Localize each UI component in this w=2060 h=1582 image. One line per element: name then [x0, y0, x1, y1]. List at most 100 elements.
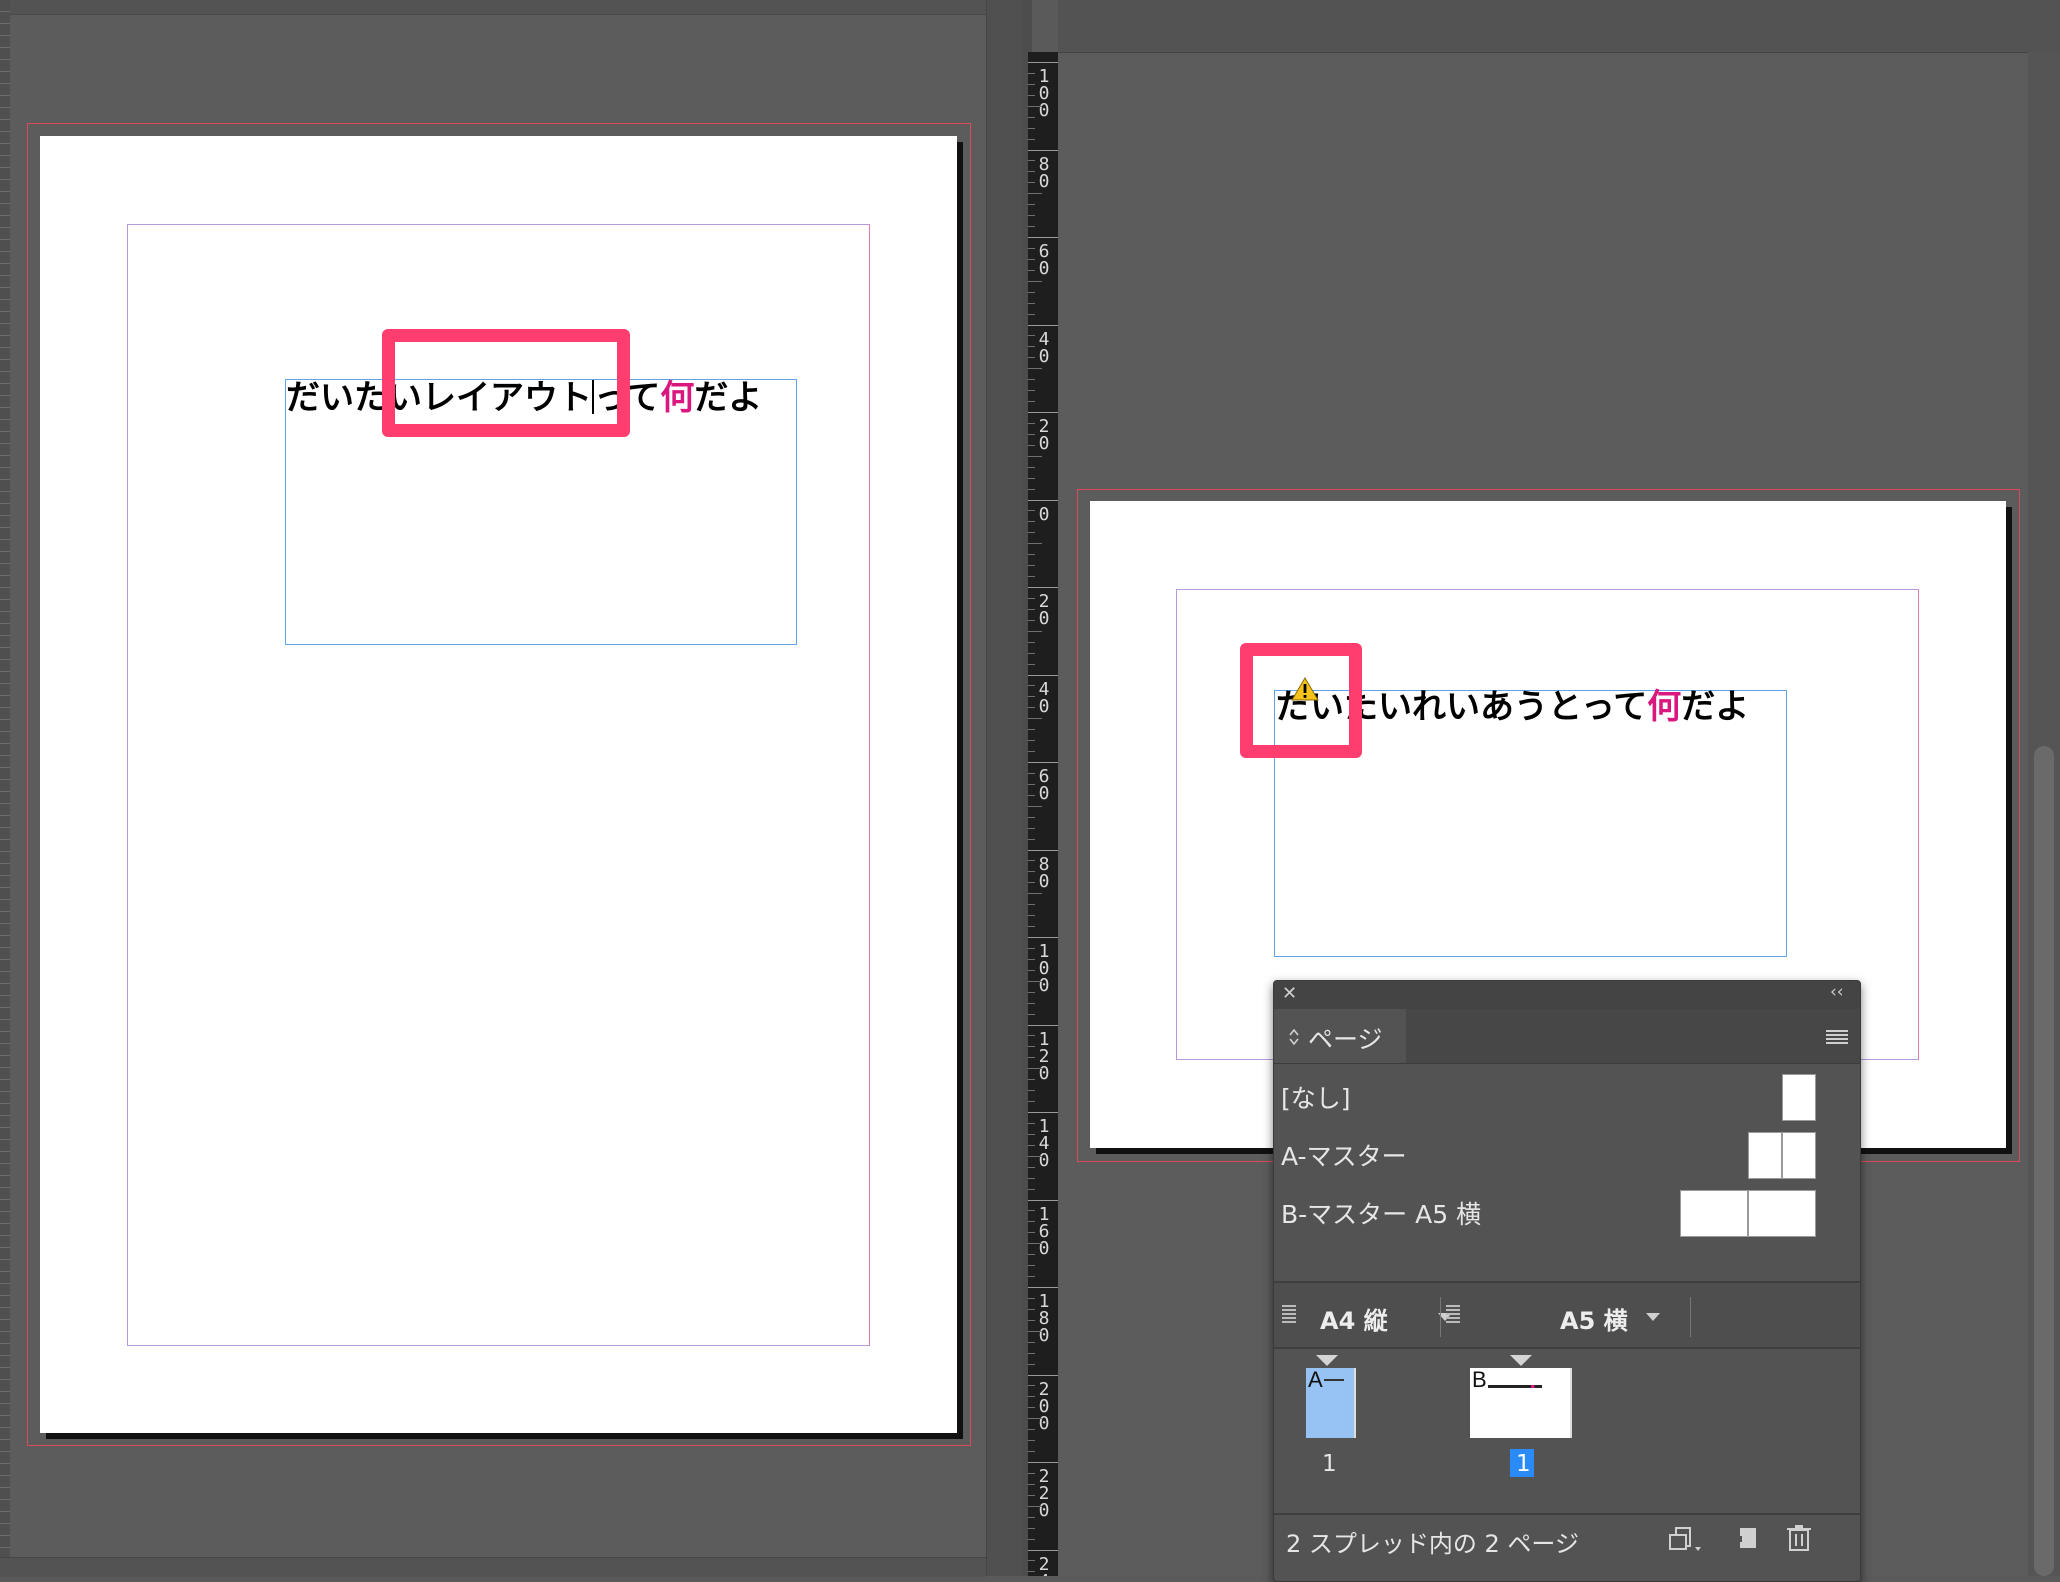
vertical-ruler: 1 0 0 8 0 6 0 4 0 2 0 0 2 0 4 0 6 0 8 0 1 0 0 1 2 0…: [1028, 52, 1058, 1576]
ruler-minor-tick: [1028, 772, 1035, 774]
ruler-label: 1 0 0: [1038, 66, 1050, 121]
ruler-minor-tick: [1028, 1035, 1035, 1037]
ruler-label: 1 0 0: [1038, 941, 1050, 996]
ruler-major-tick: [1028, 1374, 1058, 1376]
ruler-minor-tick: [1028, 521, 1035, 523]
master-label: B-マスター A5 横: [1281, 1200, 1482, 1229]
ruler-minor-tick: [1028, 1166, 1035, 1168]
master-list-item[interactable]: B-マスター A5 横: [1274, 1183, 1860, 1241]
ruler-minor-tick: [1028, 1177, 1035, 1179]
ruler-major-tick: [1028, 587, 1058, 588]
ruler-minor-tick: [1028, 619, 1035, 621]
ruler-minor-tick: [1028, 1330, 1042, 1332]
ruler-minor-tick: [1028, 466, 1035, 468]
grip-handle-icon[interactable]: [1282, 1305, 1296, 1323]
ruler-minor-tick: [1028, 1101, 1035, 1103]
panel-close-button[interactable]: ✕: [1282, 983, 1297, 1004]
ruler-minor-tick: [1028, 1090, 1035, 1092]
master-marker-icon: [1316, 1355, 1338, 1366]
page-thumbnail-item[interactable]: B 1: [1470, 1351, 1580, 1483]
ruler-minor-tick: [1028, 904, 1035, 906]
column-divider: [1690, 1297, 1691, 1337]
page-thumbnail-item[interactable]: A 1: [1300, 1351, 1370, 1483]
pages-panel: ✕ ‹‹ ページ [なし] A-マスター B-マスター A5 横 A4 縦 A5…: [1273, 980, 1861, 1582]
column-divider: [1440, 1297, 1441, 1337]
ruler-minor-tick: [1028, 346, 1035, 348]
ruler-minor-tick: [1028, 1068, 1042, 1070]
ruler-minor-tick: [1028, 947, 1035, 949]
tab-pages[interactable]: ページ: [1274, 1009, 1406, 1063]
ruler-minor-tick: [1028, 969, 1035, 971]
page-thumbnail-prefix: A: [1308, 1367, 1323, 1392]
page-size-dropdown-a5[interactable]: A5 横: [1470, 1291, 1680, 1339]
ruler-minor-tick: [1028, 816, 1035, 818]
ruler-label: 8 0: [1038, 153, 1050, 192]
new-page-icon[interactable]: [1734, 1526, 1760, 1552]
ruler-minor-tick: [1028, 1440, 1035, 1442]
hamburger-menu-icon[interactable]: [1826, 1029, 1848, 1045]
ruler-minor-tick: [1028, 1254, 1035, 1256]
ruler-minor-tick: [1028, 1483, 1035, 1485]
ruler-minor-tick: [1028, 1232, 1035, 1234]
left-vertical-ruler: [0, 0, 10, 1576]
ruler-label: 1 6 0: [1038, 1203, 1050, 1259]
edit-page-size-icon[interactable]: [1668, 1525, 1704, 1555]
ruler-minor-tick: [1028, 751, 1035, 753]
ruler-label: 2 0: [1038, 591, 1050, 629]
ruler-minor-tick: [1028, 630, 1042, 632]
ruler-minor-tick: [1028, 1276, 1035, 1278]
ruler-minor-tick: [1028, 72, 1035, 74]
ruler-minor-tick: [1028, 838, 1035, 840]
ruler-minor-tick: [1028, 1243, 1042, 1245]
grip-handle-icon[interactable]: [1446, 1305, 1460, 1323]
ruler-minor-tick: [1028, 1122, 1035, 1124]
ruler-minor-tick: [1028, 980, 1042, 982]
ruler-minor-tick: [1028, 543, 1042, 545]
ruler-minor-tick: [1028, 1396, 1035, 1398]
ruler-minor-tick: [1028, 302, 1035, 304]
ruler-minor-tick: [1028, 455, 1042, 457]
ruler-minor-tick: [1028, 1002, 1035, 1004]
page-size-dropdown-a4[interactable]: A4 縦: [1304, 1291, 1454, 1339]
right-text-part2: だよ: [1681, 687, 1750, 727]
left-horizontal-scrollbar[interactable]: [0, 1557, 986, 1577]
master-label: A-マスター: [1281, 1142, 1407, 1171]
panel-separator: [1274, 1513, 1860, 1515]
ruler-minor-tick: [1028, 1429, 1035, 1431]
ruler-major-tick: [1028, 499, 1058, 501]
ruler-minor-tick: [1028, 1352, 1035, 1354]
ruler-minor-tick: [1028, 269, 1035, 271]
ruler-major-tick: [1028, 762, 1058, 763]
ruler-minor-tick: [1028, 247, 1035, 249]
ruler-minor-tick: [1028, 335, 1035, 337]
page-number: 1: [1516, 1451, 1531, 1477]
ruler-label: 0: [1038, 503, 1050, 525]
right-scroll-thumb[interactable]: [2034, 746, 2054, 1576]
left-vertical-scrollbar[interactable]: [986, 0, 1023, 1576]
master-thumbnail: [1782, 1132, 1816, 1179]
ruler-major-tick: [1028, 237, 1058, 238]
ruler-label: 8 0: [1038, 853, 1050, 892]
ruler-minor-tick: [1028, 641, 1035, 643]
ruler-major-tick: [1028, 149, 1058, 151]
ruler-label: 4 0: [1038, 328, 1050, 367]
ruler-minor-tick: [1028, 226, 1035, 228]
tab-pages-label: ページ: [1308, 1025, 1383, 1054]
ruler-minor-tick: [1028, 193, 1042, 195]
left-window-top-strip: [0, 0, 986, 15]
ruler-minor-tick: [1028, 652, 1035, 654]
ruler-minor-tick: [1028, 915, 1035, 917]
chevron-down-icon: [1646, 1313, 1660, 1321]
ruler-minor-tick: [1028, 1308, 1035, 1310]
panel-collapse-button[interactable]: ‹‹: [1830, 982, 1844, 1002]
ruler-minor-tick: [1028, 1385, 1035, 1387]
trash-icon[interactable]: [1786, 1524, 1812, 1552]
master-list-item[interactable]: A-マスター: [1274, 1125, 1860, 1183]
ruler-major-tick: [1028, 1199, 1058, 1201]
master-list-item[interactable]: [なし]: [1274, 1067, 1860, 1125]
ruler-minor-tick: [1028, 597, 1035, 599]
ruler-minor-tick: [1028, 871, 1035, 873]
right-text-magenta-char: 何: [1647, 687, 1682, 727]
right-vertical-scrollbar[interactable]: [2028, 52, 2060, 1576]
left-text-part3: だよ: [694, 378, 763, 418]
